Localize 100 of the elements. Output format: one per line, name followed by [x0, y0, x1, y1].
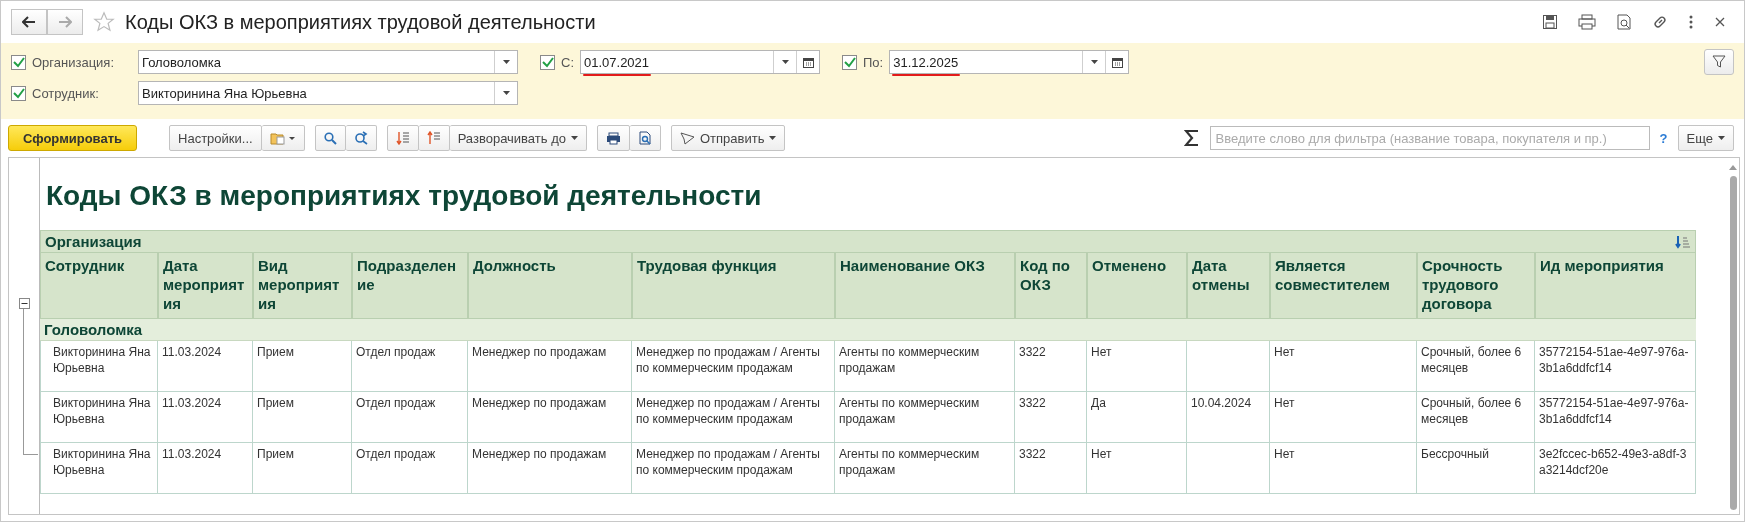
input-field[interactable]: 01.07.2021 — [580, 50, 820, 74]
forward-arrow-icon — [58, 16, 72, 28]
table-cell: Нет — [1270, 341, 1417, 392]
sort-icon[interactable] — [1675, 234, 1691, 249]
generate-button[interactable]: Сформировать — [8, 125, 138, 151]
sort-down-button[interactable] — [386, 125, 419, 151]
table-cell: Прием — [253, 392, 352, 443]
table-cell: 35772154-51ae-4e97-976a-3b1a6ddfcf14 — [1535, 341, 1696, 392]
dropdown-icon — [502, 60, 510, 64]
table-cell: Нет — [1087, 341, 1187, 392]
search-refresh-icon — [353, 131, 368, 145]
caret-icon — [769, 136, 777, 140]
more-icon[interactable] — [1688, 14, 1694, 30]
filter-button[interactable] — [1704, 49, 1734, 75]
filter-label: Организация: — [32, 54, 116, 70]
table-cell: Прием — [253, 341, 352, 392]
dropdown-icon — [1090, 60, 1098, 64]
table-cell: 3322 — [1015, 392, 1087, 443]
table-cell: Отдел продаж — [352, 443, 468, 494]
collapse-toggle[interactable] — [18, 298, 30, 309]
table-cell: 35772154-51ae-4e97-976a-3b1a6ddfcf14 — [1535, 392, 1696, 443]
table-cell: Викторинина Яна Юрьевна — [40, 341, 158, 392]
table-cell: Срочный, более 6 месяцев — [1417, 341, 1535, 392]
calendar-icon — [802, 56, 814, 68]
table-cell: Срочный, более 6 месяцев — [1417, 392, 1535, 443]
table-cell: Агенты по коммерческим продажам — [835, 392, 1015, 443]
close-icon[interactable] — [1714, 16, 1726, 28]
settings-button[interactable]: Настройки... — [169, 125, 262, 151]
table-cell: 10.04.2024 — [1187, 392, 1270, 443]
save-icon[interactable] — [1542, 14, 1558, 30]
checkbox[interactable] — [11, 54, 26, 70]
scroll-up-icon[interactable] — [1729, 164, 1737, 170]
table-cell: Нет — [1087, 443, 1187, 494]
send-button[interactable]: Отправить — [670, 125, 786, 151]
print-button[interactable] — [596, 125, 630, 151]
table-cell: 11.03.2024 — [158, 443, 253, 494]
table-cell: Отдел продаж — [352, 392, 468, 443]
search-icon — [323, 131, 337, 145]
search-button[interactable] — [314, 125, 346, 151]
back-button[interactable] — [11, 9, 47, 35]
table-cell: Нет — [1270, 443, 1417, 494]
table-cell: Прием — [253, 443, 352, 494]
table-cell: Нет — [1270, 392, 1417, 443]
preview-icon — [637, 131, 652, 145]
back-arrow-icon — [22, 16, 36, 28]
filter-icon — [1712, 55, 1726, 69]
underline-mark — [892, 74, 961, 76]
filter-label: С: — [561, 54, 574, 70]
table-cell: Викторинина Яна Юрьевна — [40, 443, 158, 494]
underline-mark — [583, 74, 651, 76]
input-field[interactable]: Головоломка — [138, 50, 518, 74]
group-header: Организация — [45, 233, 142, 250]
sort-up-icon — [426, 131, 441, 145]
input-field[interactable]: Викторинина Яна Юрьевна — [138, 81, 518, 105]
dropdown-icon — [781, 60, 789, 64]
table-cell: 3e2fccec-b652-49e3-a8df-3a3214dcf20e — [1535, 443, 1696, 494]
checkbox[interactable] — [842, 54, 857, 70]
caret-icon — [570, 136, 578, 140]
table-cell: Менеджер по продажам — [468, 443, 632, 494]
print-icon[interactable] — [1578, 14, 1596, 30]
more-button[interactable]: Еще — [1677, 125, 1734, 151]
table-cell: Менеджер по продажам / Агенты по коммерческим продажам — [632, 443, 835, 494]
window-title: Коды ОКЗ в мероприятиях трудовой деятельности — [125, 10, 596, 34]
table-cell: Менеджер по продажам / Агенты по коммерческим продажам — [632, 341, 835, 392]
table-cell: Бессрочный — [1417, 443, 1535, 494]
sum-icon[interactable] — [1183, 129, 1200, 147]
input-field[interactable]: 31.12.2025 — [889, 50, 1130, 74]
filter-label: Сотрудник: — [32, 85, 100, 101]
sort-down-icon — [395, 131, 410, 145]
search-next-button[interactable] — [345, 125, 377, 151]
table-cell: Да — [1087, 392, 1187, 443]
table-cell: 3322 — [1015, 443, 1087, 494]
sort-up-button[interactable] — [418, 125, 450, 151]
variants-button[interactable] — [261, 125, 305, 151]
filter-label: По: — [863, 54, 884, 70]
folder-caret-icon — [269, 131, 296, 145]
print-icon — [605, 131, 621, 145]
link-icon[interactable] — [1652, 14, 1668, 30]
table-cell: Викторинина Яна Юрьевна — [40, 392, 158, 443]
help-link[interactable]: ? — [1659, 130, 1668, 146]
send-icon — [679, 131, 695, 145]
report-title: Коды ОКЗ в мероприятиях трудовой деятельности — [45, 179, 763, 213]
expand-button[interactable]: Разворачивать до — [449, 125, 587, 151]
checkbox[interactable] — [540, 54, 555, 70]
scroll-thumb[interactable] — [1729, 176, 1737, 510]
star-icon[interactable] — [93, 11, 115, 33]
group-name: Головоломка — [44, 321, 143, 338]
preview-icon[interactable] — [1616, 14, 1632, 30]
table-cell: Менеджер по продажам — [468, 392, 632, 443]
calendar-icon — [1111, 56, 1123, 68]
caret-icon — [1718, 136, 1725, 140]
table-cell: Менеджер по продажам / Агенты по коммерческим продажам — [632, 392, 835, 443]
table-cell: 3322 — [1015, 341, 1087, 392]
table-cell: Агенты по коммерческим продажам — [835, 443, 1015, 494]
checkbox[interactable] — [11, 85, 26, 101]
preview-button[interactable] — [629, 125, 661, 151]
table-cell: 11.03.2024 — [158, 392, 253, 443]
table-cell: 11.03.2024 — [158, 341, 253, 392]
dropdown-icon — [502, 91, 510, 95]
search-field[interactable]: Введите слово для фильтра (название товара, покупателя и пр.) — [1209, 126, 1650, 150]
